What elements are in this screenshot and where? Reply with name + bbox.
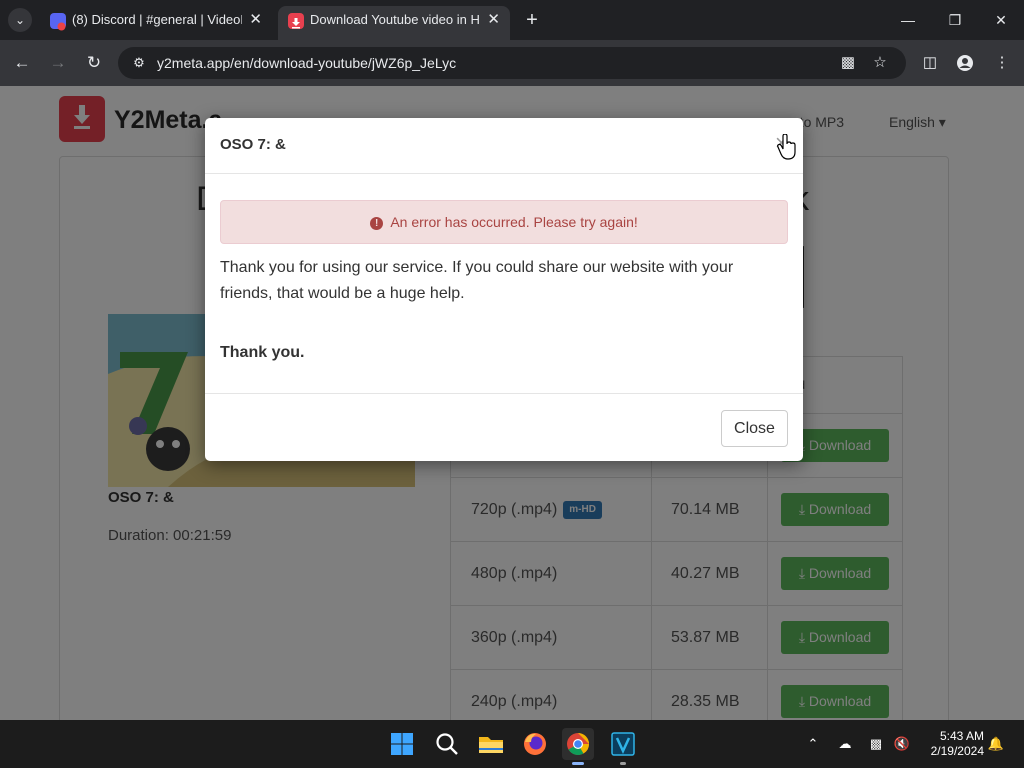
bookmark-star-icon[interactable]: ☆ <box>870 53 890 73</box>
volume-muted-icon[interactable]: 🔇 <box>892 734 912 754</box>
install-app-icon[interactable]: ▩ <box>838 53 858 73</box>
site-info-icon[interactable]: ⚙ <box>130 54 148 72</box>
minimize-icon[interactable]: — <box>893 6 923 34</box>
modal-header: OSO 7: & × <box>205 118 803 174</box>
tab-title: Download Youtube video in HD <box>310 12 480 27</box>
videoeditor-icon[interactable] <box>607 728 639 765</box>
tab-search-icon[interactable]: ⌄ <box>8 8 32 32</box>
notification-bell-icon[interactable]: 🔔 <box>986 734 1006 754</box>
window-close-icon[interactable]: ✕ <box>986 6 1016 34</box>
windows-start-icon[interactable] <box>386 728 418 760</box>
y2meta-favicon-icon <box>288 13 304 29</box>
show-hidden-icons-icon[interactable]: ⌃ <box>803 734 823 754</box>
browser-toolbar: ← → ↻ ⚙ y2meta.app/en/download-youtube/j… <box>0 40 1024 86</box>
close-tab-icon[interactable]: ✕ <box>249 6 262 34</box>
chrome-menu-icon[interactable]: ⋮ <box>989 50 1015 76</box>
browser-tab-strip: ⌄ (8) Discord | #general | VideoEd ✕ Dow… <box>0 0 1024 40</box>
clock-time: 5:43 AM <box>939 729 984 743</box>
tab-discord[interactable]: (8) Discord | #general | VideoEd ✕ <box>40 6 272 40</box>
close-button[interactable]: Close <box>721 410 788 447</box>
windows-taskbar: ⌃ ☁ ▩ 🔇 5:43 AM 2/19/2024 🔔 <box>0 720 1024 768</box>
tab-y2meta[interactable]: Download Youtube video in HD ✕ <box>278 6 510 40</box>
forward-icon[interactable]: → <box>45 50 71 76</box>
error-alert: ! An error has occurred. Please try agai… <box>220 200 788 244</box>
back-icon[interactable]: ← <box>9 50 35 76</box>
new-tab-icon[interactable]: + <box>520 8 544 32</box>
running-indicator <box>620 762 626 765</box>
error-modal: OSO 7: & × ! An error has occurred. Plea… <box>205 118 803 461</box>
address-bar[interactable]: ⚙ y2meta.app/en/download-youtube/jWZ6p_J… <box>118 47 906 79</box>
page-viewport: Y2Meta.a e to MP3 English ▾ D k OSO 7: &… <box>0 86 1024 720</box>
clock-date: 2/19/2024 <box>930 744 984 758</box>
reload-icon[interactable]: ↻ <box>81 50 107 76</box>
firefox-icon[interactable] <box>519 728 551 760</box>
active-indicator <box>572 762 584 765</box>
alert-text: An error has occurred. Please try again! <box>390 214 638 230</box>
exclamation-circle-icon: ! <box>370 217 384 230</box>
modal-message: Thank you for using our service. If you … <box>220 259 734 302</box>
modal-title: OSO 7: & <box>220 136 286 153</box>
chrome-icon[interactable] <box>562 728 594 765</box>
side-panel-icon[interactable]: ◫ <box>917 50 943 76</box>
hand-cursor-icon <box>777 134 796 160</box>
profile-icon[interactable] <box>952 50 978 76</box>
onedrive-icon[interactable]: ☁ <box>835 734 855 754</box>
close-tab-icon[interactable]: ✕ <box>487 6 500 34</box>
discord-favicon-icon <box>50 13 66 31</box>
system-clock[interactable]: 5:43 AM 2/19/2024 <box>924 729 984 759</box>
url-text[interactable]: y2meta.app/en/download-youtube/jWZ6p_JeL… <box>157 47 456 79</box>
modal-footer: Close <box>205 393 803 461</box>
modal-thanks: Thank you. <box>220 344 305 361</box>
restore-icon[interactable]: ❐ <box>940 6 970 34</box>
search-icon[interactable] <box>431 728 463 760</box>
network-icon[interactable]: ▩ <box>866 734 886 754</box>
tab-title: (8) Discord | #general | VideoEd <box>72 12 242 27</box>
file-explorer-icon[interactable] <box>475 728 507 760</box>
